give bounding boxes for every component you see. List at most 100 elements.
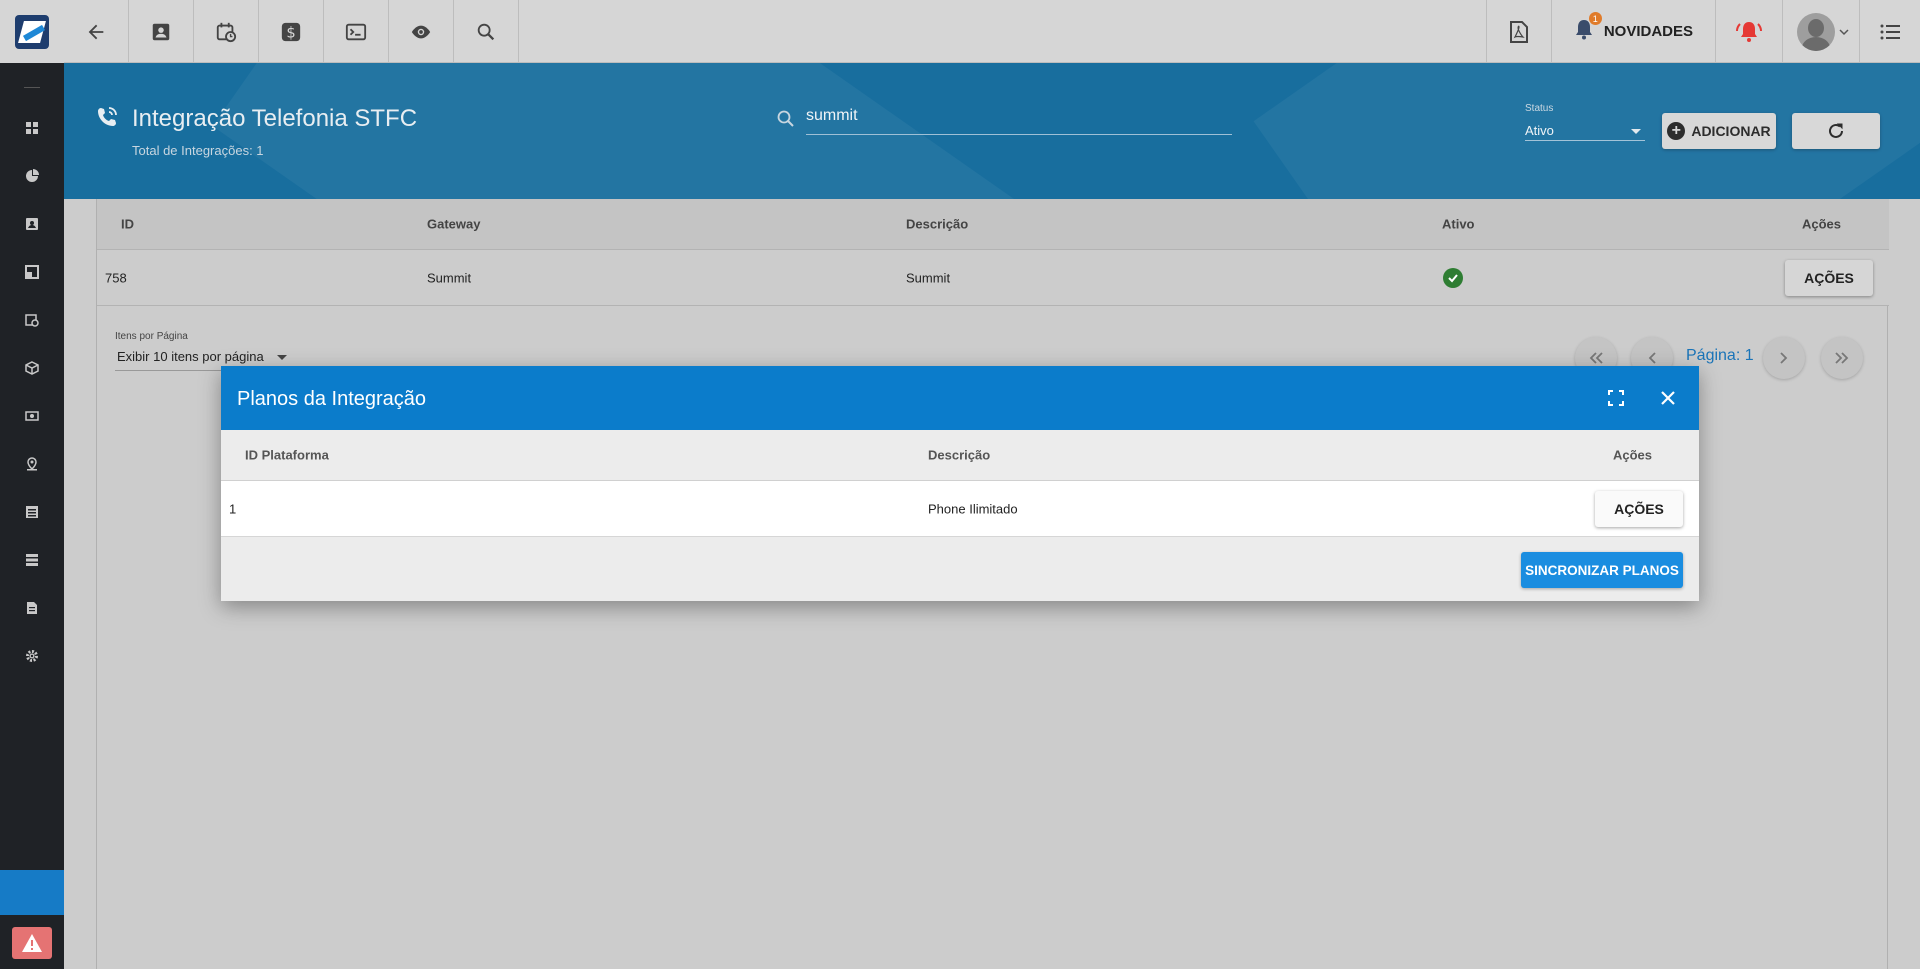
- list-menu-icon: [1880, 24, 1900, 39]
- close-button[interactable]: [1656, 386, 1680, 410]
- sidebar-item-map[interactable]: [0, 440, 64, 488]
- layout-icon: [25, 265, 39, 279]
- last-page-button[interactable]: [1821, 337, 1863, 379]
- novidades-label: NOVIDADES: [1603, 23, 1693, 40]
- col-descricao[interactable]: Descrição: [928, 448, 990, 463]
- sidebar-item-documents[interactable]: [0, 584, 64, 632]
- location-pin-icon: [27, 457, 37, 471]
- user-menu[interactable]: [1782, 0, 1859, 63]
- terminal-button[interactable]: [324, 0, 389, 63]
- modal-header: Planos da Integração: [221, 366, 1699, 430]
- double-chevron-right-icon: [1835, 352, 1849, 364]
- sidebar-item-settings[interactable]: [0, 632, 64, 680]
- active-check-icon: [1443, 267, 1463, 288]
- sidebar-item-clients[interactable]: [0, 200, 64, 248]
- double-chevron-left-icon: [1589, 352, 1603, 364]
- add-button-label: ADICIONAR: [1691, 123, 1771, 139]
- page-title: Integração Telefonia STFC: [132, 105, 418, 132]
- sidebar-item-finance[interactable]: [0, 392, 64, 440]
- calendar-clock-icon: [216, 22, 237, 42]
- col-gateway[interactable]: Gateway: [427, 217, 480, 232]
- plan-actions-button[interactable]: AÇÕES: [1595, 491, 1683, 527]
- eye-icon: [411, 25, 431, 38]
- row-actions-button[interactable]: AÇÕES: [1785, 260, 1873, 296]
- status-label: Status: [1525, 103, 1554, 114]
- alarm-bell-icon: [1736, 21, 1762, 42]
- phone-icon: [98, 107, 117, 126]
- schedule-button[interactable]: [194, 0, 259, 63]
- contacts-button[interactable]: [129, 0, 194, 63]
- page-indicator: Página: 1: [1686, 347, 1754, 364]
- dashboard-icon: [26, 122, 38, 134]
- row-descricao: Phone Ilimitado: [928, 501, 1018, 516]
- search-field[interactable]: summit: [777, 105, 1232, 135]
- back-button[interactable]: [64, 0, 129, 63]
- col-ativo[interactable]: Ativo: [1442, 217, 1475, 232]
- top-bar: $ 1 NOVIDADES: [0, 0, 1920, 63]
- sidebar-active-item[interactable]: [0, 870, 64, 915]
- chevron-down-icon: [1839, 28, 1849, 35]
- list-icon: [26, 506, 38, 518]
- document-icon: [27, 602, 37, 614]
- bell-wrapper: 1: [1574, 12, 1602, 45]
- grid-header: ID Gateway Descrição Ativo Ações: [97, 199, 1889, 250]
- close-icon: [1661, 391, 1675, 405]
- plans-modal: Planos da Integração ID Plataforma Descr…: [221, 366, 1699, 601]
- status-select[interactable]: Ativo: [1525, 117, 1645, 141]
- app-logo[interactable]: [15, 14, 49, 49]
- main-menu-button[interactable]: [1859, 0, 1920, 63]
- logo-cell[interactable]: [0, 0, 64, 63]
- finance-button[interactable]: $: [259, 0, 324, 63]
- global-search-button[interactable]: [454, 0, 519, 63]
- calendar-clock-icon: [25, 314, 39, 327]
- sidebar-item-contracts[interactable]: [0, 248, 64, 296]
- money-icon: [25, 411, 39, 421]
- next-page-button[interactable]: [1763, 337, 1805, 379]
- view-button[interactable]: [389, 0, 454, 63]
- integrations-total: Total de Integrações: 1: [132, 143, 264, 158]
- svg-text:$: $: [286, 24, 295, 41]
- modal-table-header: ID Plataforma Descrição Ações: [221, 430, 1699, 481]
- search-input[interactable]: summit: [806, 107, 858, 125]
- items-per-page-label: Itens por Página: [115, 331, 188, 342]
- dollar-icon: $: [281, 22, 301, 41]
- row-gateway: Summit: [427, 270, 472, 285]
- alarm-button[interactable]: [1715, 0, 1782, 63]
- sidebar-item-servers[interactable]: [0, 536, 64, 584]
- pdf-button[interactable]: [1485, 0, 1551, 63]
- col-id[interactable]: ID: [121, 217, 134, 232]
- terminal-icon: [345, 23, 367, 40]
- contact-card-icon: [26, 218, 38, 230]
- page-header: Integração Telefonia STFC Total de Integ…: [64, 63, 1920, 199]
- maximize-button[interactable]: [1604, 386, 1628, 410]
- table-row[interactable]: 1 Phone Ilimitado AÇÕES: [221, 481, 1699, 537]
- modal-title: Planos da Integração: [237, 388, 427, 410]
- avatar[interactable]: [1797, 12, 1835, 51]
- sidebar-item-reports[interactable]: [0, 152, 64, 200]
- pie-chart-icon: [26, 169, 39, 182]
- warning-icon: [22, 934, 42, 952]
- col-acoes: Ações: [1802, 216, 1842, 232]
- sidebar-alert-button[interactable]: [12, 927, 52, 959]
- fullscreen-icon: [1608, 390, 1624, 406]
- contact-card-icon: [152, 23, 170, 40]
- box-icon: [25, 361, 39, 375]
- notification-badge: 1: [1588, 12, 1602, 25]
- refresh-button[interactable]: [1792, 113, 1880, 149]
- col-acoes: Ações: [1613, 447, 1653, 463]
- sidebar-item-products[interactable]: [0, 344, 64, 392]
- add-button[interactable]: + ADICIONAR: [1662, 113, 1776, 149]
- row-id-plataforma: 1: [229, 501, 237, 516]
- sync-plans-button[interactable]: SINCRONIZAR PLANOS: [1521, 552, 1683, 588]
- sidebar-item-schedule[interactable]: [0, 296, 64, 344]
- novidades-button[interactable]: 1 NOVIDADES: [1550, 0, 1715, 63]
- sidebar-item-dashboard[interactable]: [0, 104, 64, 152]
- col-id-plataforma[interactable]: ID Plataforma: [245, 448, 329, 463]
- sidebar-divider: [24, 87, 40, 88]
- sidebar-item-list[interactable]: [0, 488, 64, 536]
- row-descricao: Summit: [906, 270, 951, 285]
- table-row[interactable]: 758 Summit Summit AÇÕES: [97, 250, 1889, 306]
- col-descricao[interactable]: Descrição: [906, 217, 968, 232]
- plus-circle-icon: +: [1667, 122, 1686, 140]
- gear-icon: [26, 650, 38, 662]
